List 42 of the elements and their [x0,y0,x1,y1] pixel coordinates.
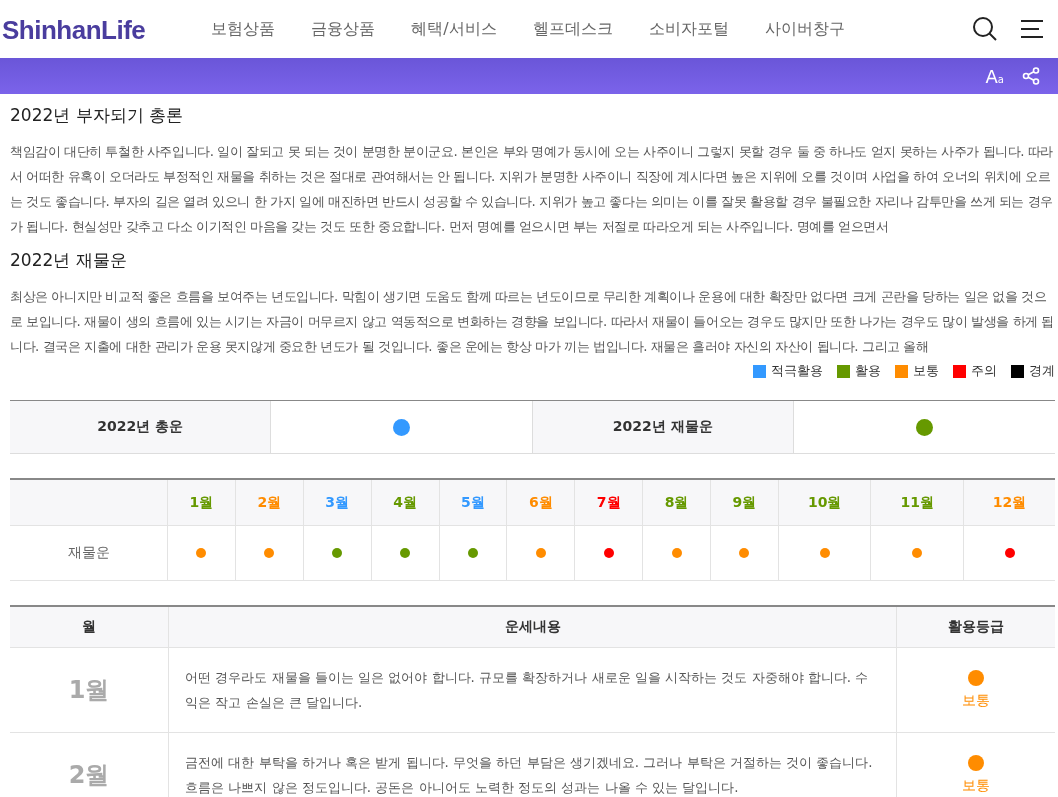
grade-label: 보통 [962,692,990,708]
share-icon[interactable] [1022,67,1040,85]
month-header: 4월 [371,479,439,526]
nav-link[interactable]: 헬프데스크 [532,18,613,40]
nav-link[interactable]: 소비자포털 [648,18,729,40]
table-cell: 2022년 재물운 [532,401,794,453]
legend-label: 적극활용 [771,362,823,380]
legend-label: 주의 [971,362,997,380]
logo[interactable]: ShinhanLife [2,12,146,46]
column-header: 활용등급 [896,606,1055,648]
menu-icon[interactable] [1020,19,1044,39]
legend-label: 활용 [855,362,881,380]
legend-label: 경계 [1029,362,1055,380]
month-header: 10월 [778,479,871,526]
legend-label: 보통 [913,362,939,380]
nav-link[interactable]: 사이버창구 [764,18,845,40]
section-title: 2022년 재물운 [10,249,128,272]
month-header: 2월 [235,479,304,526]
paragraph: 책임감이 대단히 투철한 사주입니다. 일이 잘되고 못 되는 것이 분명한 분이군요. 본인은 부와 명예가 동시에 오는 사주이니 그렇지 못할 경우 둘 중 하나도 얻지 못하는 사주가 됩니다. 따라서 어떠한 유혹이 오더라도 부정적인 재물을 취하는 것은 절대로 관여해서는 안 됩니다. 지위가 분명한 사주이니 직장에 계시다면 높은 지위에 오를 것이며 사업을 하여 오너의 위치에 오르는 것도 좋습니다. 부자의 길은 열려 있으니 한 가지 일에 매진하면 반드시 성공할 수 있습니다. 지위가 높고 좋다는 의미는 이를 잘못 활용할 경우 불필요한 자리나 감투만을 쓰게 되는 경우가 됩니다. 현실성만 갖추고 다소 이기적인 마음을 갖는 것도 또한 중요합니다. 먼저 명예를 얻으시면 부는 저절로 따라오게 되는 사주입니다. 명예를 얻으면서 [10,143,1054,236]
column-header: 월 [10,606,169,648]
month-header: 11월 [870,479,964,526]
table-cell: 2022년 총운 [10,401,272,453]
nav-link[interactable]: 보험상품 [211,18,276,40]
fortune-text: 어떤 경우라도 재물을 들이는 일은 없어야 합니다. 규모를 확장하거나 새로운 일을 시작하는 것도 자중해야 합니다. 수익은 작고 손실은 큰 달입니다. [168,647,897,733]
grade-label: 보통 [962,777,990,793]
month-header: 7월 [574,479,643,526]
font-size-button[interactable]: Aa [985,65,1004,87]
month-header: 6월 [506,479,575,526]
month-header: 1월 [167,479,236,526]
month-header: 8월 [642,479,711,526]
month-header: 5월 [439,479,507,526]
month-header: 12월 [963,479,1055,526]
column-header: 운세내용 [168,606,897,648]
nav-link[interactable]: 혜택/서비스 [411,18,497,40]
month-header: 3월 [303,479,372,526]
row-label: 재물운 [10,525,168,581]
paragraph: 최상은 아니지만 비교적 좋은 흐름을 보여주는 년도입니다. 막힘이 생기면 도움도 함께 따르는 년도이므로 무리한 계획이나 운용에 대한 확장만 없다면 크게 곤란을 당하는 일은 없을 것으로 보입니다. 재물이 생의 흐름에 있는 시기는 자금이 머무르지 않고 역동적으로 변화하는 경향을 보입니다. 따라서 재물이 들어오는 경우도 많지만 또한 나가는 경우도 많이 발생을 하게 됩니다. 결국은 지출에 대한 관리가 운용 못지않게 중요한 년도가 될 것입니다. 좋은 운에는 항상 마가 끼는 법입니다. 재물은 흘러야 자신의 자산이 됩니다. 그리고 올해 [10,288,1055,356]
search-icon[interactable] [972,16,998,42]
nav-link[interactable]: 금융상품 [311,18,376,40]
month-cell: 1월 [10,647,169,733]
section-title: 2022년 부자되기 총론 [10,104,185,127]
month-header: 9월 [710,479,779,526]
